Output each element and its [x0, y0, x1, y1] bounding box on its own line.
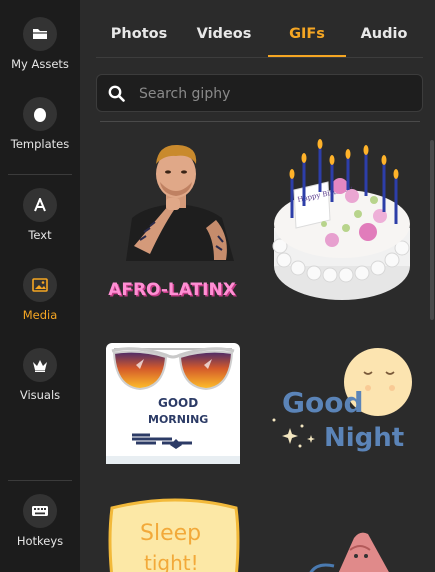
gif-character-image — [309, 532, 389, 572]
gif-afro-latinx[interactable]: AFRO-LATINX AFRO-LATINX — [104, 273, 240, 303]
gif-grid-scrollbar[interactable] — [430, 140, 434, 320]
gif-grid: AFRO-LATINX AFRO-LATINX Happy Birthday G… — [96, 128, 426, 572]
tab-gifs[interactable]: GIFs — [268, 22, 346, 58]
gif-man-thinking-image — [126, 144, 234, 261]
gif-good-morning[interactable]: GOOD MORNING — [106, 343, 240, 464]
gif-good-night[interactable]: Good Night — [268, 342, 418, 462]
gif-birthday-cake[interactable]: Happy Birthday — [270, 136, 414, 308]
sidebar-item-label: My Assets — [11, 57, 69, 71]
good-text: Good — [282, 386, 364, 419]
morning-text-2: MORNING — [148, 413, 208, 426]
gif-good-morning-image: GOOD MORNING — [106, 347, 240, 464]
egg-icon-circle — [23, 97, 57, 131]
keyboard-icon-circle — [23, 494, 57, 528]
tight-text: tight! — [144, 551, 199, 572]
gif-sleep-tight-image: Sleep tight! — [108, 498, 240, 572]
search-divider — [100, 121, 420, 122]
sidebar-divider — [8, 174, 72, 175]
active-tab-indicator — [268, 55, 346, 57]
night-text: Night — [324, 423, 404, 453]
sidebar-item-my-assets[interactable]: My Assets — [0, 17, 80, 71]
keyboard-icon — [32, 506, 48, 516]
crown-icon — [33, 359, 47, 372]
search-input[interactable] — [137, 81, 411, 107]
sidebar-item-media[interactable]: Media — [0, 268, 80, 322]
text-icon — [34, 198, 46, 212]
text-icon-circle — [23, 188, 57, 222]
sidebar-item-text[interactable]: Text — [0, 188, 80, 242]
gif-sleep-tight[interactable]: Sleep tight! — [106, 498, 242, 572]
egg-icon — [34, 108, 46, 122]
sleep-text: Sleep — [140, 521, 201, 546]
sidebar-item-label: Hotkeys — [16, 534, 64, 548]
sidebar: My Assets Templates Text Media Visuals H… — [0, 0, 80, 572]
tab-audio[interactable]: Audio — [348, 22, 420, 58]
gif-man-thinking[interactable] — [106, 136, 246, 266]
gif-birthday-cake-image: Happy Birthday — [272, 139, 410, 300]
folder-icon-circle — [23, 17, 57, 51]
gif-good-night-image: Good Night — [272, 348, 412, 453]
gif-afro-latinx-image: AFRO-LATINX AFRO-LATINX — [108, 280, 237, 302]
tabs-divider — [96, 57, 423, 58]
tab-videos[interactable]: Videos — [186, 22, 262, 58]
sidebar-item-label: Media — [22, 308, 58, 322]
morning-text-1: GOOD — [158, 396, 198, 410]
crown-icon-circle — [23, 348, 57, 382]
sidebar-item-visuals[interactable]: Visuals — [0, 348, 80, 402]
media-tabs: Photos Videos GIFs Audio — [96, 22, 423, 58]
afro-text: AFRO-LATINX — [108, 280, 236, 300]
tab-photos[interactable]: Photos — [102, 22, 176, 58]
gif-character[interactable] — [294, 528, 414, 572]
image-icon-circle — [23, 268, 57, 302]
sidebar-item-label: Text — [28, 228, 52, 242]
image-icon — [32, 278, 48, 292]
sidebar-item-label: Templates — [10, 137, 70, 151]
sidebar-item-templates[interactable]: Templates — [0, 97, 80, 151]
sidebar-item-label: Visuals — [19, 388, 61, 402]
search-icon — [108, 85, 125, 102]
sidebar-item-hotkeys[interactable]: Hotkeys — [0, 494, 80, 548]
folder-icon — [33, 29, 47, 39]
search-bar[interactable] — [96, 74, 423, 112]
sidebar-divider — [8, 480, 72, 481]
